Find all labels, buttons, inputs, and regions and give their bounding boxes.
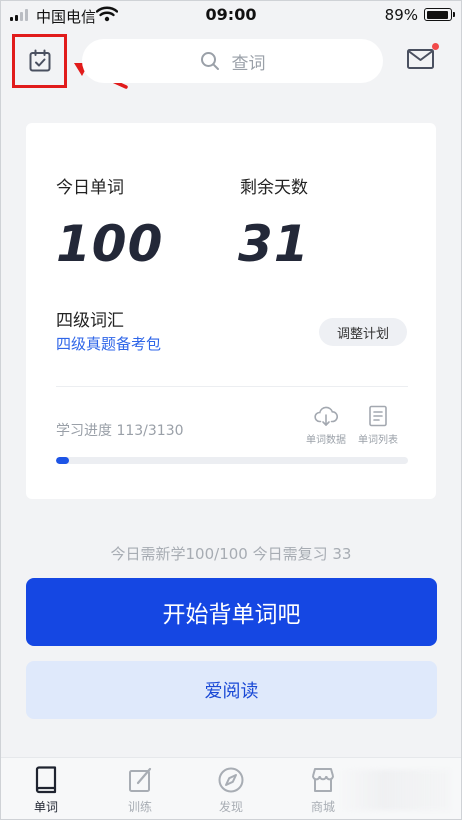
progress-text: 学习进度 113/3130 [56,423,184,439]
tab-words[interactable]: 单词 [16,766,76,815]
book-title: 四级词汇 [56,311,124,331]
study-plan-card: 今日单词 100 剩余天数 31 四级词汇 四级真题备考包 调整计划 学习进度 … [26,123,436,499]
tab-training-label: 训练 [127,800,152,814]
days-left-label: 剩余天数 [240,178,308,198]
progress-bar [56,457,408,464]
start-learning-button[interactable]: 开始背单词吧 [26,578,437,646]
divider [56,386,408,387]
notification-dot [432,43,439,50]
tab-store-label: 商城 [310,800,335,814]
blurred-watermark [340,770,450,810]
today-words-label: 今日单词 [56,178,124,198]
document-list-icon [369,405,387,427]
tab-training[interactable]: 训练 [110,766,170,815]
adjust-plan-button[interactable]: 调整计划 [319,318,407,346]
compass-icon [218,767,244,793]
word-data-label: 单词数据 [306,435,346,446]
tab-words-label: 单词 [33,800,58,814]
word-list-button[interactable]: 单词列表 [354,405,402,446]
days-left-value: 31 [238,215,310,273]
mail-button[interactable] [406,43,439,72]
cloud-download-icon [314,406,338,426]
mail-icon [407,49,434,69]
calendar-check-icon [29,49,50,72]
word-list-label: 单词列表 [358,435,398,446]
search-icon [200,52,219,70]
calendar-button[interactable] [12,34,67,88]
search-placeholder: 查词 [231,53,266,74]
today-summary: 今日需新学100/100 今日需复习 33 [110,545,352,563]
tab-discover[interactable]: 发现 [201,766,261,815]
battery-icon [424,8,455,21]
tab-discover-label: 发现 [218,800,243,814]
store-icon [312,768,334,792]
status-bar: 中国电信 09:00 89% [0,0,462,30]
progress-fill [56,457,69,464]
word-data-button[interactable]: 单词数据 [302,405,350,446]
edit-icon [129,767,152,792]
today-words-value: 100 [56,215,164,273]
battery-percentage: 89% [384,6,418,24]
book-icon [35,766,57,794]
reading-button[interactable]: 爱阅读 [26,661,437,719]
search-bar[interactable]: 查词 [82,39,383,83]
book-package-link[interactable]: 四级真题备考包 [56,333,161,354]
